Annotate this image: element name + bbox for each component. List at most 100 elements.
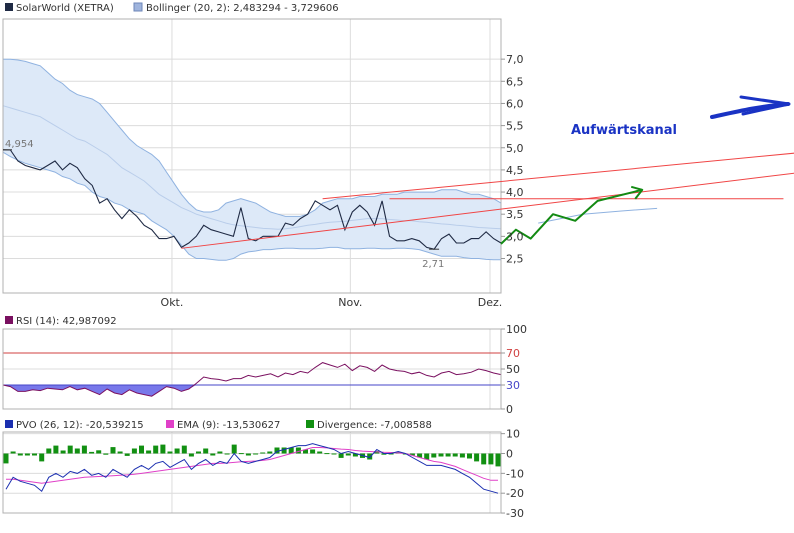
bollinger-legend-label: Bollinger (20, 2): 2,483294 - 3,729606	[146, 3, 339, 14]
divergence-bar	[324, 453, 330, 455]
divergence-bar	[245, 453, 251, 456]
pvo-y-axis: -30 -20 -10 0 10	[501, 428, 524, 520]
price-y-tick-label: 4,5	[506, 164, 524, 177]
divergence-bar	[224, 453, 230, 455]
rsi-line	[2, 362, 502, 397]
divergence-bar	[210, 453, 216, 456]
channel-upper-line	[322, 152, 794, 200]
pvo-y-tick-label: -20	[506, 487, 524, 500]
divergence-bar	[338, 453, 344, 458]
rsi-y-tick-label: 70	[506, 347, 520, 360]
divergence-bar	[253, 453, 259, 455]
divergence-bar	[196, 451, 201, 454]
pvo-y-tick-label: 0	[506, 448, 513, 461]
divergence-bar	[39, 453, 45, 462]
rsi-legend: RSI (14): 42,987092	[5, 316, 117, 327]
divergence-bar	[117, 451, 123, 454]
rsi-legend-label: RSI (14): 42,987092	[16, 316, 117, 327]
divergence-bar	[96, 450, 102, 454]
pvo-legend-label: PVO (26, 12): -20,539215	[16, 420, 144, 431]
price-y-tick-label: 5,5	[506, 120, 524, 133]
rsi-y-tick-label: 0	[506, 403, 513, 416]
divergence-bar	[317, 451, 323, 454]
divergence-bar	[481, 453, 487, 465]
divergence-legend-label: Divergence: -7,008588	[317, 420, 432, 431]
divergence-bar	[217, 451, 223, 454]
pvo-legend: PVO (26, 12): -20,539215 EMA (9): -13,53…	[5, 420, 432, 431]
divergence-bar	[110, 447, 116, 454]
divergence-bar	[203, 448, 209, 454]
price-y-tick-label: 3,0	[506, 230, 524, 243]
rsi-y-tick-label: 50	[506, 363, 520, 376]
divergence-bar	[89, 451, 95, 454]
divergence-bar	[431, 453, 437, 458]
divergence-bar	[53, 445, 59, 454]
pvo-panel-frame	[2, 431, 502, 514]
ema-legend-label: EMA (9): -13,530627	[177, 420, 280, 431]
rsi-y-axis: 0 30 50 70 100	[501, 323, 527, 416]
divergence-bar	[495, 453, 501, 467]
price-y-tick-label: 5,0	[506, 142, 524, 155]
price-legend-swatch	[5, 3, 13, 11]
divergence-bar	[231, 444, 237, 454]
divergence-bar	[17, 453, 23, 456]
price-y-tick-label: 6,5	[506, 75, 524, 88]
divergence-bar	[267, 451, 273, 454]
divergence-bar	[445, 453, 451, 457]
divergence-bar	[452, 453, 458, 457]
price-y-tick-label: 2,5	[506, 253, 524, 266]
rsi-grid	[3, 328, 501, 410]
divergence-bar	[10, 451, 16, 454]
divergence-legend-swatch	[306, 420, 314, 428]
price-y-tick-label: 7,0	[506, 53, 524, 66]
divergence-bar	[139, 445, 144, 454]
divergence-bar	[188, 453, 194, 457]
divergence-bar	[238, 453, 244, 455]
divergence-bar	[438, 453, 444, 457]
divergence-bar	[67, 445, 73, 454]
divergence-bar	[131, 448, 137, 454]
pvo-legend-swatch	[5, 420, 13, 428]
pvo-grid	[3, 432, 501, 514]
divergence-bar	[60, 450, 66, 454]
divergence-bar	[260, 452, 266, 454]
price-y-tick-label: 3,5	[506, 208, 524, 221]
divergence-bar	[46, 448, 52, 454]
pvo-y-tick-label: -10	[506, 467, 524, 480]
pvo-y-tick-label: -30	[506, 507, 524, 520]
divergence-bar	[160, 444, 166, 454]
price-y-axis: 2,5 3,0 3,5 4,0 4,5 5,0 5,5 6,0 6,5 7,0	[501, 53, 524, 266]
divergence-bar	[81, 445, 87, 454]
divergence-bar	[153, 445, 159, 454]
price-x-tick-label: Nov.	[338, 296, 362, 309]
divergence-bar	[459, 453, 465, 458]
price-x-axis: Okt. Nov. Dez.	[161, 296, 503, 309]
divergence-bar	[331, 453, 337, 455]
price-legend: SolarWorld (XETRA) Bollinger (20, 2): 2,…	[5, 2, 339, 14]
stock-chart: SolarWorld (XETRA) Bollinger (20, 2): 2,…	[2, 2, 794, 520]
price-x-tick-label: Dez.	[478, 296, 503, 309]
divergence-bar	[124, 453, 130, 456]
divergence-bar	[3, 453, 9, 464]
bollinger-legend-swatch	[133, 2, 143, 12]
ema-legend-swatch	[166, 420, 174, 428]
divergence-bar	[103, 453, 109, 455]
divergence-bar	[310, 449, 316, 454]
arrow-right-icon	[710, 95, 791, 119]
channel-annotation-label: Aufwärtskanal	[571, 123, 677, 138]
divergence-bar	[32, 453, 37, 456]
rsi-y-tick-label: 30	[506, 379, 520, 392]
divergence-bar	[181, 445, 187, 454]
divergence-bar	[146, 450, 152, 454]
divergence-bars	[3, 444, 501, 467]
rsi-y-tick-label: 100	[506, 323, 527, 336]
price-y-tick-label: 4,0	[506, 186, 524, 199]
divergence-bar	[467, 453, 472, 459]
max-value-label: 4,954	[5, 139, 34, 150]
divergence-bar	[167, 451, 173, 454]
divergence-bar	[474, 453, 480, 462]
price-legend-label: SolarWorld (XETRA)	[16, 3, 114, 14]
pvo-y-tick-label: 10	[506, 428, 520, 441]
divergence-bar	[74, 448, 80, 454]
rsi-legend-swatch	[5, 316, 13, 324]
